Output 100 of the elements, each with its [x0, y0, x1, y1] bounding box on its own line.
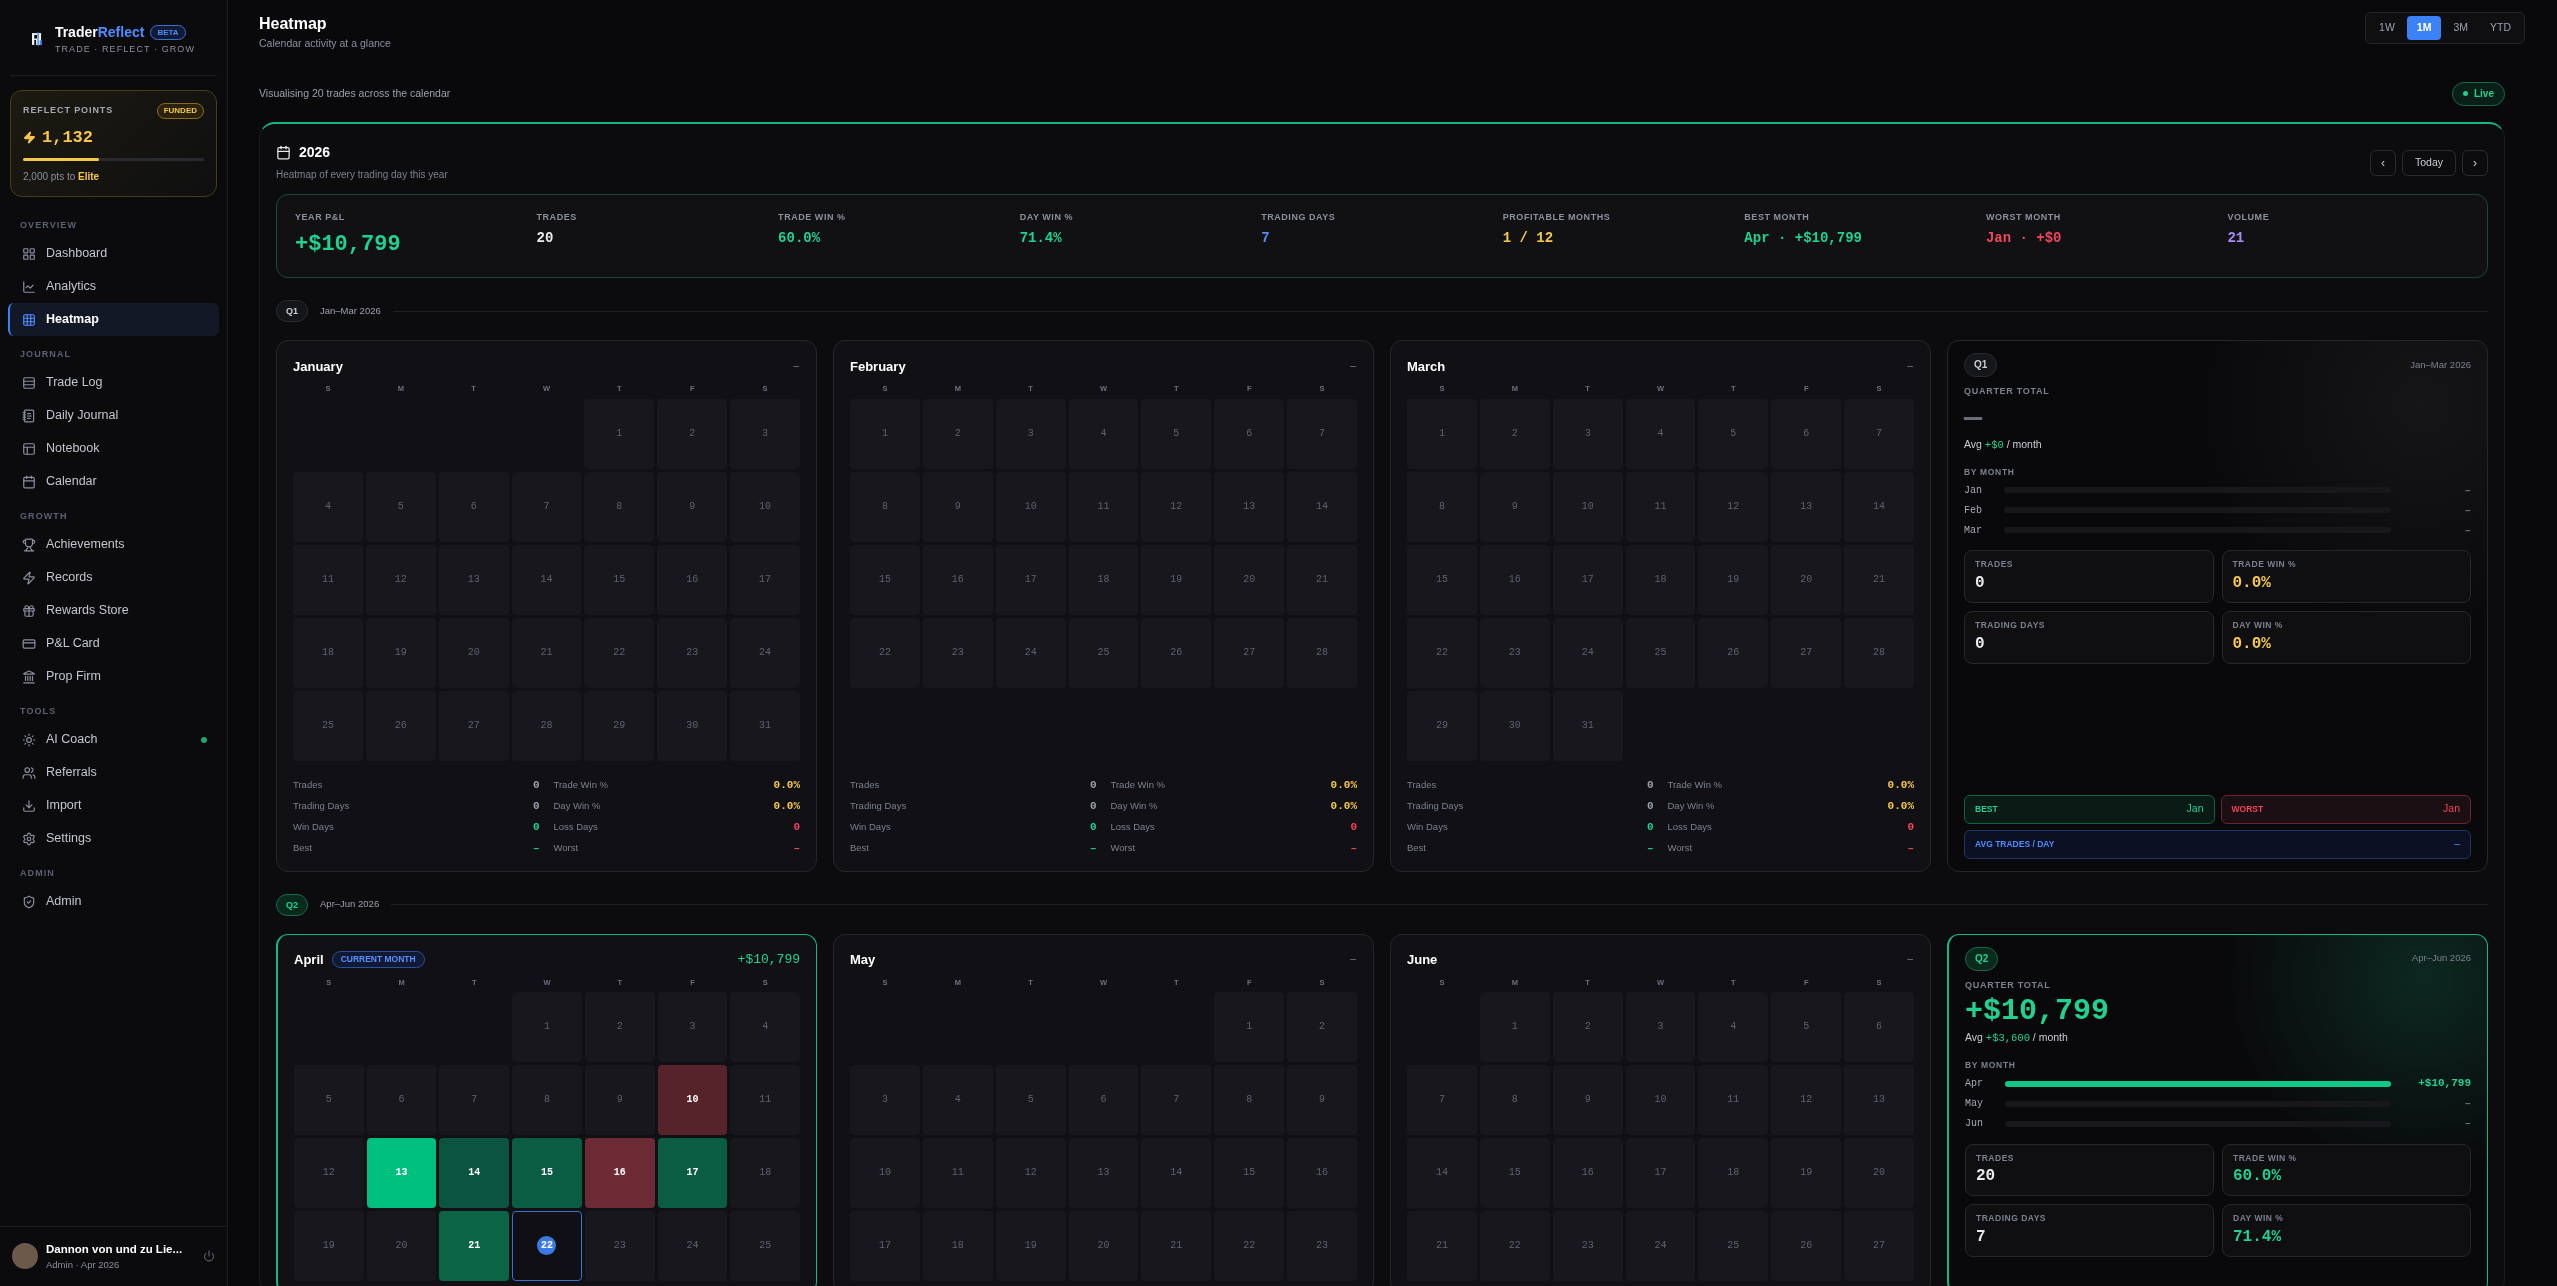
day-cell[interactable]: 1: [850, 398, 920, 469]
day-cell[interactable]: 16: [1479, 544, 1550, 615]
day-cell[interactable]: 2: [657, 398, 728, 469]
day-cell[interactable]: 9: [584, 1064, 655, 1135]
day-cell[interactable]: 20: [366, 1210, 437, 1281]
day-cell[interactable]: 3: [1625, 991, 1696, 1062]
range-tab[interactable]: YTD: [2480, 16, 2521, 40]
day-cell[interactable]: 8: [512, 1064, 582, 1135]
day-cell[interactable]: 25: [730, 1210, 800, 1281]
today-button[interactable]: Today: [2401, 149, 2456, 176]
day-cell[interactable]: 28: [1844, 617, 1914, 688]
day-cell[interactable]: 1: [1214, 991, 1285, 1062]
day-cell[interactable]: 8: [584, 471, 655, 542]
day-cell[interactable]: 18: [1698, 1137, 1769, 1208]
day-cell[interactable]: 10: [657, 1064, 728, 1135]
day-cell[interactable]: 17: [995, 544, 1066, 615]
day-cell[interactable]: 16: [584, 1137, 655, 1208]
day-cell[interactable]: 3: [730, 398, 800, 469]
day-cell[interactable]: 10: [1625, 1064, 1696, 1135]
day-cell[interactable]: 15: [1214, 1137, 1285, 1208]
day-cell[interactable]: 21: [1407, 1210, 1477, 1281]
day-cell[interactable]: 26: [1141, 617, 1212, 688]
day-cell[interactable]: 11: [1698, 1064, 1769, 1135]
day-cell[interactable]: 21: [511, 617, 582, 688]
day-cell[interactable]: 27: [1214, 617, 1285, 688]
nav-item[interactable]: AI Coach: [8, 723, 219, 756]
day-cell[interactable]: 13: [1844, 1064, 1914, 1135]
day-cell[interactable]: 20: [1068, 1210, 1139, 1281]
day-cell[interactable]: 27: [1844, 1210, 1914, 1281]
day-cell[interactable]: 19: [995, 1210, 1066, 1281]
day-cell[interactable]: 16: [922, 544, 993, 615]
power-icon[interactable]: [203, 1250, 215, 1263]
day-cell[interactable]: 17: [1625, 1137, 1696, 1208]
day-cell[interactable]: 25: [1698, 1210, 1769, 1281]
day-cell[interactable]: 19: [1698, 544, 1769, 615]
day-cell[interactable]: 15: [1407, 544, 1477, 615]
day-cell[interactable]: 14: [1287, 471, 1357, 542]
day-cell[interactable]: 21: [1141, 1210, 1212, 1281]
day-cell[interactable]: 3: [1552, 398, 1623, 469]
day-cell[interactable]: 11: [922, 1137, 993, 1208]
day-cell[interactable]: 22: [850, 617, 920, 688]
day-cell[interactable]: 14: [511, 544, 582, 615]
day-cell[interactable]: 12: [1698, 471, 1769, 542]
day-cell[interactable]: 25: [1625, 617, 1696, 688]
day-cell[interactable]: 25: [1068, 617, 1139, 688]
day-cell[interactable]: 5: [1141, 398, 1212, 469]
day-cell[interactable]: 7: [1407, 1064, 1477, 1135]
day-cell[interactable]: 14: [1844, 471, 1914, 542]
nav-item[interactable]: Heatmap: [8, 303, 219, 336]
day-cell[interactable]: 2: [1552, 991, 1623, 1062]
day-cell[interactable]: 23: [584, 1210, 655, 1281]
day-cell[interactable]: 8: [850, 471, 920, 542]
day-cell[interactable]: 16: [1552, 1137, 1623, 1208]
day-cell[interactable]: 10: [730, 471, 800, 542]
day-cell[interactable]: 4: [1698, 991, 1769, 1062]
day-cell[interactable]: 15: [850, 544, 920, 615]
day-cell[interactable]: 13: [1771, 471, 1842, 542]
day-cell[interactable]: 10: [1552, 471, 1623, 542]
day-cell[interactable]: 2: [1287, 991, 1357, 1062]
day-cell[interactable]: 10: [995, 471, 1066, 542]
day-cell[interactable]: 18: [1068, 544, 1139, 615]
day-cell[interactable]: 25: [293, 690, 363, 761]
day-cell[interactable]: 16: [1287, 1137, 1357, 1208]
day-cell[interactable]: 1: [1407, 398, 1477, 469]
day-cell[interactable]: 3: [995, 398, 1066, 469]
day-cell[interactable]: 11: [730, 1064, 800, 1135]
day-cell[interactable]: 10: [850, 1137, 920, 1208]
nav-item[interactable]: Analytics: [8, 270, 219, 303]
day-cell[interactable]: 20: [1771, 544, 1842, 615]
day-cell[interactable]: 23: [1479, 617, 1550, 688]
day-cell[interactable]: 20: [1214, 544, 1285, 615]
nav-item[interactable]: Import: [8, 789, 219, 822]
day-cell[interactable]: 22: [1407, 617, 1477, 688]
nav-item[interactable]: Records: [8, 561, 219, 594]
day-cell[interactable]: 11: [293, 544, 363, 615]
day-cell[interactable]: 6: [1068, 1064, 1139, 1135]
nav-item[interactable]: Settings: [8, 822, 219, 855]
day-cell[interactable]: 17: [730, 544, 800, 615]
day-cell[interactable]: 28: [511, 690, 582, 761]
day-cell[interactable]: 7: [1287, 398, 1357, 469]
day-cell[interactable]: 18: [730, 1137, 800, 1208]
day-cell[interactable]: 8: [1407, 471, 1477, 542]
day-cell[interactable]: 7: [511, 471, 582, 542]
day-cell[interactable]: 2: [1479, 398, 1550, 469]
day-cell[interactable]: 9: [1552, 1064, 1623, 1135]
day-cell[interactable]: 21: [1287, 544, 1357, 615]
day-cell[interactable]: 22: [1214, 1210, 1285, 1281]
day-cell[interactable]: 30: [1479, 690, 1550, 761]
day-cell[interactable]: 3: [850, 1064, 920, 1135]
day-cell[interactable]: 13: [1068, 1137, 1139, 1208]
day-cell[interactable]: 3: [657, 991, 728, 1062]
day-cell[interactable]: 24: [995, 617, 1066, 688]
day-cell[interactable]: 20: [1844, 1137, 1914, 1208]
day-cell[interactable]: 4: [730, 991, 800, 1062]
day-cell[interactable]: 12: [365, 544, 436, 615]
day-cell[interactable]: 5: [294, 1064, 364, 1135]
day-cell[interactable]: 17: [657, 1137, 728, 1208]
nav-item[interactable]: Notebook: [8, 432, 219, 465]
day-cell[interactable]: 5: [1771, 991, 1842, 1062]
nav-item[interactable]: Admin: [8, 885, 219, 918]
